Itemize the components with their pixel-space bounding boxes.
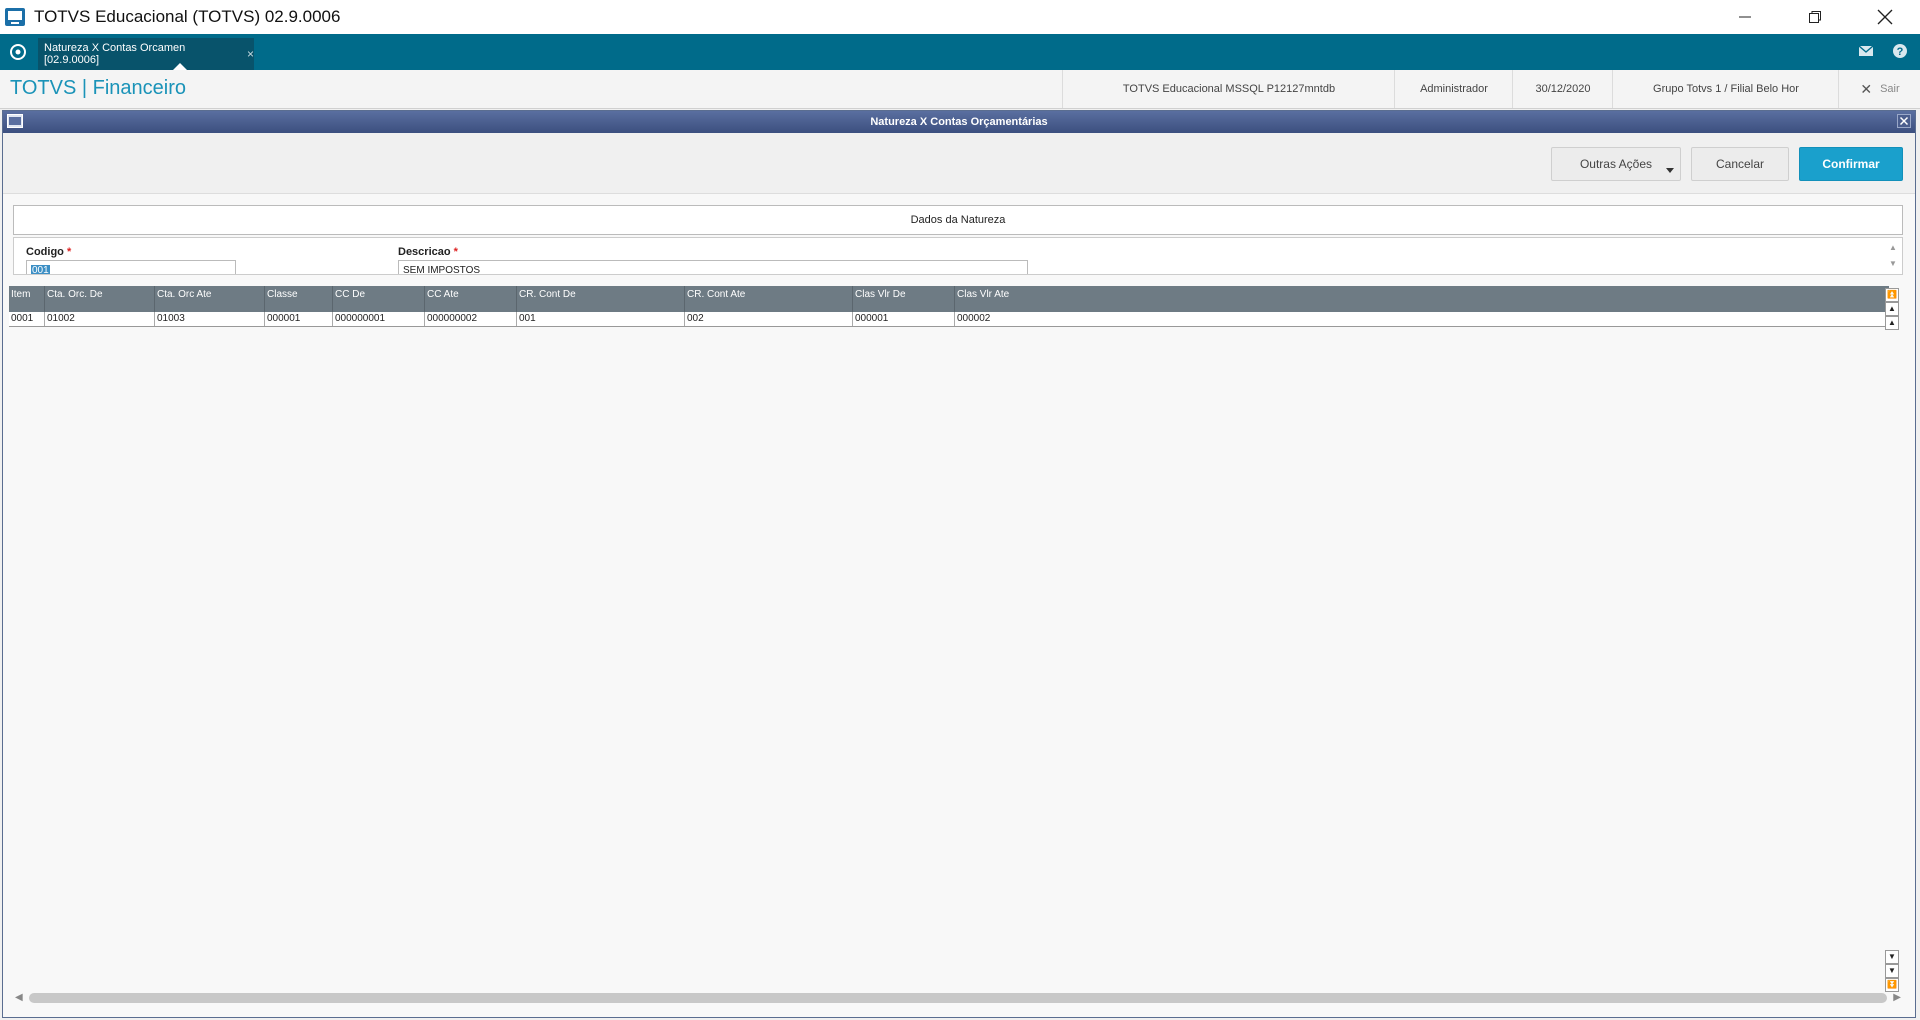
dialog-titlebar: Natureza X Contas Orçamentárias <box>3 111 1915 133</box>
other-actions-label: Outras Ações <box>1579 157 1653 171</box>
table-cell[interactable]: 000000002 <box>425 312 517 326</box>
tab-label: Natureza X Contas Orcamen [02.9.0006] <box>44 42 186 66</box>
contas-grid: Item Cta. Orc. De Cta. Orc Ate Classe CC… <box>9 286 1889 1002</box>
column-header[interactable]: Clas Vlr Ate <box>955 286 1889 312</box>
scroll-thumb[interactable] <box>29 993 1887 1003</box>
environment-label: TOTVS Educacional MSSQL P12127mntdb <box>1122 83 1336 95</box>
close-icon <box>1877 9 1893 25</box>
exit-label: Sair <box>1880 83 1900 95</box>
other-actions-button[interactable]: Outras Ações <box>1551 147 1681 181</box>
codigo-field[interactable]: 001 <box>26 260 236 275</box>
exit-button[interactable]: ✕ Sair <box>1838 70 1920 108</box>
column-header[interactable]: Cta. Orc. De <box>45 286 155 312</box>
column-header[interactable]: Classe <box>265 286 333 312</box>
grid-vertical-scrollbar[interactable]: ⏫ ▲ ▲ ▼ ▼ ⏬ <box>1885 286 1899 1002</box>
descricao-label: Descricao * <box>398 246 458 258</box>
table-cell[interactable]: 01003 <box>155 312 265 326</box>
codigo-label: Codigo * <box>26 246 71 258</box>
action-toolbar: Outras Ações Cancelar Confirmar <box>3 133 1915 194</box>
descricao-label-text: Descricao <box>398 246 451 258</box>
table-row[interactable]: 0001 01002 01003 000001 000000001 000000… <box>9 312 1889 327</box>
program-tabbar: Natureza X Contas Orcamen [02.9.0006] × … <box>0 34 1920 70</box>
environment-info: TOTVS Educacional MSSQL P12127mntdb <box>1062 70 1395 108</box>
exit-icon: ✕ <box>1860 80 1873 97</box>
column-header[interactable]: CR. Cont De <box>517 286 685 312</box>
restore-button[interactable] <box>1780 0 1850 34</box>
dialog-window-icon <box>7 114 23 128</box>
app-icon <box>5 8 25 26</box>
module-title: TOTVS | Financeiro <box>10 77 186 99</box>
page-down-icon[interactable]: ▼ <box>1885 964 1899 978</box>
minimize-button[interactable] <box>1710 0 1780 34</box>
column-header[interactable]: Clas Vlr De <box>853 286 955 312</box>
mail-icon[interactable] <box>1858 44 1874 58</box>
home-icon[interactable] <box>8 42 28 62</box>
codigo-value: 001 <box>31 265 50 275</box>
chevron-down-icon <box>1666 168 1674 173</box>
scroll-right-icon[interactable]: ▶ <box>1893 992 1901 1003</box>
column-header[interactable]: CC Ate <box>425 286 517 312</box>
section-dados-natureza[interactable]: Dados da Natureza <box>13 205 1903 235</box>
date-info: 30/12/2020 <box>1512 70 1613 108</box>
cancel-button[interactable]: Cancelar <box>1691 147 1789 181</box>
table-cell[interactable]: 000000001 <box>333 312 425 326</box>
table-cell[interactable]: 001 <box>517 312 685 326</box>
required-mark: * <box>66 246 72 258</box>
date-label: 30/12/2020 <box>1535 83 1591 95</box>
tab-close-icon[interactable]: × <box>247 47 254 61</box>
grid-header: Item Cta. Orc. De Cta. Orc Ate Classe CC… <box>9 286 1889 312</box>
codigo-label-text: Codigo <box>26 246 64 258</box>
column-header[interactable]: CC De <box>333 286 425 312</box>
cancel-label: Cancelar <box>1715 157 1765 171</box>
user-info: Administrador <box>1394 70 1513 108</box>
descricao-value: SEM IMPOSTOS <box>403 265 481 275</box>
scroll-top-icon[interactable]: ⏫ <box>1885 288 1899 302</box>
minimize-icon <box>1739 16 1751 18</box>
user-label: Administrador <box>1420 83 1488 95</box>
window-titlebar: TOTVS Educacional (TOTVS) 02.9.0006 <box>0 0 1920 34</box>
confirm-button[interactable]: Confirmar <box>1799 147 1903 181</box>
table-cell[interactable]: 000002 <box>955 312 1889 326</box>
grid-horizontal-scrollbar[interactable]: ◀ ▶ <box>13 989 1903 1007</box>
branch-label: Grupo Totvs 1 / Filial Belo Hor <box>1653 83 1799 95</box>
descricao-field[interactable]: SEM IMPOSTOS <box>398 260 1028 275</box>
branch-info: Grupo Totvs 1 / Filial Belo Hor <box>1612 70 1839 108</box>
scroll-left-icon[interactable]: ◀ <box>15 992 23 1003</box>
table-cell[interactable]: 000001 <box>853 312 955 326</box>
scroll-down-icon[interactable]: ▼ <box>1888 256 1898 272</box>
column-header[interactable]: CR. Cont Ate <box>685 286 853 312</box>
close-window-button[interactable] <box>1850 0 1920 34</box>
table-cell[interactable]: 000001 <box>265 312 333 326</box>
table-cell[interactable]: 0001 <box>9 312 45 326</box>
section-title: Dados da Natureza <box>910 214 1006 226</box>
restore-icon <box>1809 11 1821 23</box>
scroll-down-icon[interactable]: ▼ <box>1885 950 1899 964</box>
module-header: TOTVS | Financeiro TOTVS Educacional MSS… <box>0 70 1920 109</box>
table-cell[interactable]: 002 <box>685 312 853 326</box>
scroll-up-icon[interactable]: ▲ <box>1888 240 1898 256</box>
dialog-close-icon[interactable] <box>1897 114 1911 128</box>
natureza-dialog: Natureza X Contas Orçamentárias Outras A… <box>2 110 1916 1018</box>
fields-scrollbar[interactable]: ▲ ▼ <box>1888 240 1898 272</box>
help-icon[interactable]: ? <box>1892 43 1908 59</box>
page-up-icon[interactable]: ▲ <box>1885 302 1899 316</box>
scroll-up-icon[interactable]: ▲ <box>1885 316 1899 330</box>
window-title: TOTVS Educacional (TOTVS) 02.9.0006 <box>34 7 341 26</box>
svg-text:?: ? <box>1897 46 1904 58</box>
natureza-fields: Codigo * 001 Descricao * SEM IMPOSTOS ▲ … <box>13 237 1903 275</box>
tab-pointer <box>173 63 187 70</box>
confirm-label: Confirmar <box>1822 157 1880 171</box>
table-cell[interactable]: 01002 <box>45 312 155 326</box>
dialog-title: Natureza X Contas Orçamentárias <box>870 116 1048 128</box>
required-mark: * <box>453 246 458 258</box>
column-header[interactable]: Item <box>9 286 45 312</box>
tab-natureza-contas[interactable]: Natureza X Contas Orcamen [02.9.0006] × <box>38 38 254 70</box>
column-header[interactable]: Cta. Orc Ate <box>155 286 265 312</box>
